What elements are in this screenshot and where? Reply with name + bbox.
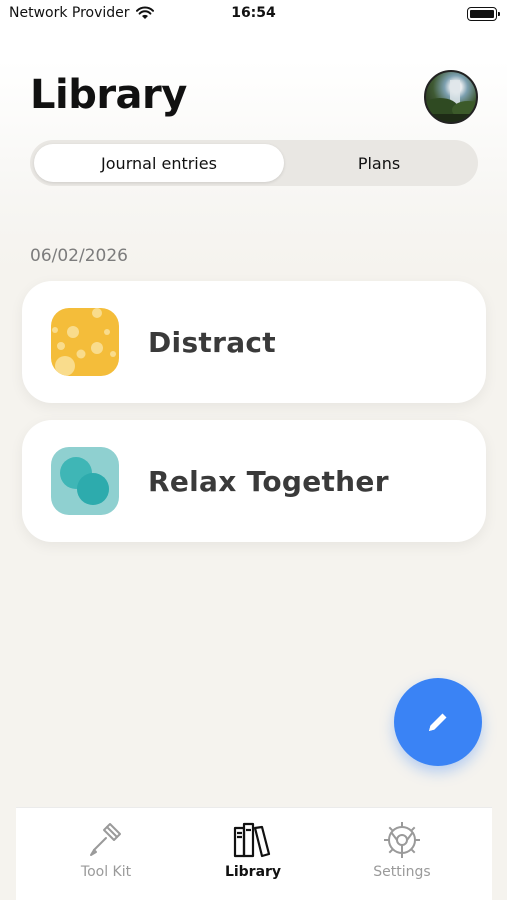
gear-icon bbox=[384, 822, 420, 858]
pencil-icon bbox=[429, 713, 447, 731]
new-entry-button[interactable] bbox=[394, 678, 482, 766]
entry-label: Relax Together bbox=[148, 464, 389, 498]
header-background bbox=[0, 0, 507, 270]
tab-settings[interactable]: Settings bbox=[327, 808, 477, 900]
tab-label: Tool Kit bbox=[80, 864, 132, 880]
screwdriver-icon bbox=[90, 823, 121, 856]
tab-plans[interactable]: Plans bbox=[284, 144, 474, 182]
tab-label: Settings bbox=[373, 864, 431, 880]
distract-bubbles-icon bbox=[51, 308, 119, 376]
relax-together-circles-icon bbox=[51, 447, 119, 515]
books-icon bbox=[233, 822, 271, 858]
entry-label: Distract bbox=[148, 325, 276, 359]
tab-journal-entries[interactable]: Journal entries bbox=[34, 144, 284, 182]
page-title: Library bbox=[30, 72, 187, 118]
tab-label: Library bbox=[224, 864, 282, 880]
segmented-control: Journal entries Plans bbox=[30, 140, 478, 186]
journal-entry-card-distract[interactable]: Distract bbox=[22, 281, 486, 403]
bottom-tab-bar: Tool Kit Library Settings bbox=[16, 807, 492, 900]
user-avatar[interactable] bbox=[424, 70, 478, 124]
tab-library[interactable]: Library bbox=[178, 808, 328, 900]
entries-date-header: 06/02/2026 bbox=[30, 246, 128, 266]
battery-icon bbox=[467, 7, 500, 21]
status-bar: Network Provider 16:54 bbox=[0, 0, 507, 28]
status-time: 16:54 bbox=[231, 5, 276, 21]
tab-tool-kit[interactable]: Tool Kit bbox=[31, 808, 181, 900]
journal-entry-card-relax-together[interactable]: Relax Together bbox=[22, 420, 486, 542]
